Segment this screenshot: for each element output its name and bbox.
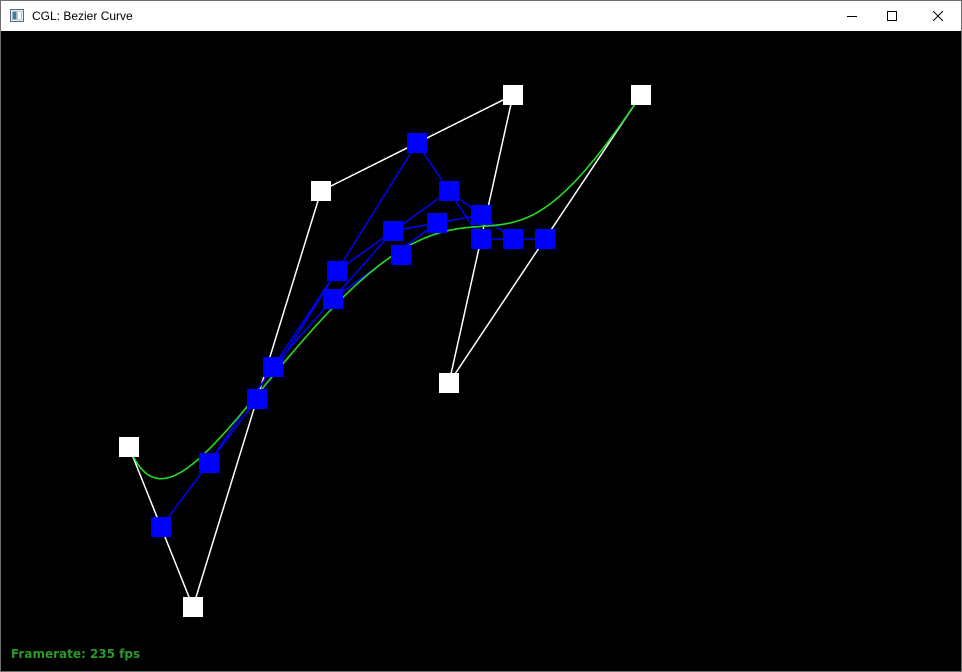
control-point-3[interactable]	[311, 181, 331, 201]
intermediate-point-2-3	[439, 181, 459, 201]
intermediate-point-3-3	[471, 205, 491, 225]
close-icon	[933, 11, 943, 21]
close-button[interactable]	[915, 1, 961, 31]
framerate-label: Framerate: 235 fps	[11, 647, 141, 661]
intermediate-point-2-2	[327, 261, 347, 281]
control-polygon	[128, 93, 642, 610]
app-window-icon	[10, 9, 24, 22]
maximize-button[interactable]	[869, 1, 915, 31]
control-point-2[interactable]	[183, 597, 203, 617]
control-point-6[interactable]	[631, 85, 651, 105]
intermediate-point-2-4	[503, 229, 523, 249]
control-point-1[interactable]	[119, 437, 139, 457]
title-bar[interactable]: CGL: Bezier Curve	[1, 1, 961, 31]
window-title: CGL: Bezier Curve	[32, 9, 133, 23]
intermediate-point-1-3	[407, 133, 427, 153]
maximize-icon	[887, 11, 897, 21]
intermediate-point-4-2	[427, 213, 447, 233]
control-point-5[interactable]	[439, 373, 459, 393]
minimize-icon	[847, 16, 857, 17]
intermediate-point-1-2	[247, 389, 267, 409]
render-viewport[interactable]: Framerate: 235 fps	[1, 31, 961, 671]
intermediate-polygon-3	[272, 214, 482, 368]
intermediate-point-2-1	[199, 453, 219, 473]
bezier-canvas[interactable]	[1, 31, 961, 671]
intermediate-point-5-1	[391, 245, 411, 265]
intermediate-point-1-5	[535, 229, 555, 249]
intermediate-point-4-1	[323, 289, 343, 309]
intermediate-point-1-1	[151, 517, 171, 537]
control-point-4[interactable]	[503, 85, 523, 105]
intermediate-point-3-2	[383, 221, 403, 241]
app-window: CGL: Bezier Curve Framerate: 235 fps	[0, 0, 962, 672]
bezier-curve	[128, 94, 642, 480]
intermediate-point-1-4	[471, 229, 491, 249]
intermediate-point-3-1	[263, 357, 283, 377]
